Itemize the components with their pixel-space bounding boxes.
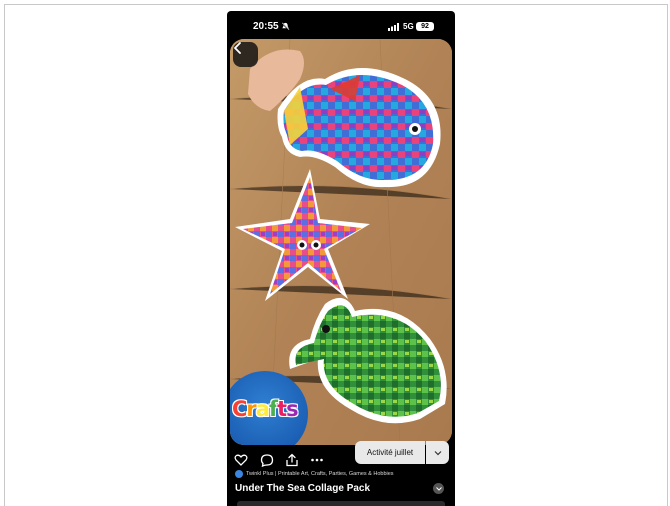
share-icon[interactable] (285, 453, 299, 467)
pin-title: Under The Sea Collage Pack (235, 483, 371, 494)
board-select-button[interactable]: Activité juillet (355, 441, 425, 464)
next-content-peek (237, 501, 445, 506)
chevron-left-icon (234, 42, 241, 54)
phone-screen: 20:55 5G 92 Crafts Activité juillet Twin… (227, 11, 455, 506)
heart-icon[interactable] (234, 453, 248, 467)
back-button[interactable] (233, 42, 258, 67)
network-label: 5G (403, 22, 414, 31)
expand-details-button[interactable] (433, 483, 444, 494)
status-time: 20:55 (253, 21, 279, 32)
pin-source[interactable]: Twinkl Plus | Printable Art, Crafts, Par… (235, 470, 450, 480)
badge-letter: s (286, 397, 298, 421)
crafts-badge-text: Crafts (232, 397, 299, 421)
chevron-down-icon (435, 486, 442, 491)
signal-icon (388, 23, 399, 31)
more-icon[interactable] (310, 453, 324, 467)
badge-letter: t (277, 397, 287, 421)
status-bar: 20:55 5G 92 (227, 11, 455, 41)
badge-letter: a (255, 397, 270, 421)
badge-letter: f (268, 397, 278, 421)
battery-badge: 92 (416, 22, 434, 31)
badge-letter: r (246, 397, 256, 421)
comment-icon[interactable] (260, 453, 274, 467)
badge-letter: C (232, 397, 247, 421)
pin-image[interactable]: Crafts (230, 39, 452, 445)
chevron-down-icon (434, 450, 441, 455)
bell-muted-icon (281, 22, 290, 31)
board-dropdown-button[interactable] (426, 441, 449, 464)
source-avatar (235, 470, 243, 478)
source-name: Twinkl Plus | Printable Art, Crafts, Par… (246, 471, 394, 477)
